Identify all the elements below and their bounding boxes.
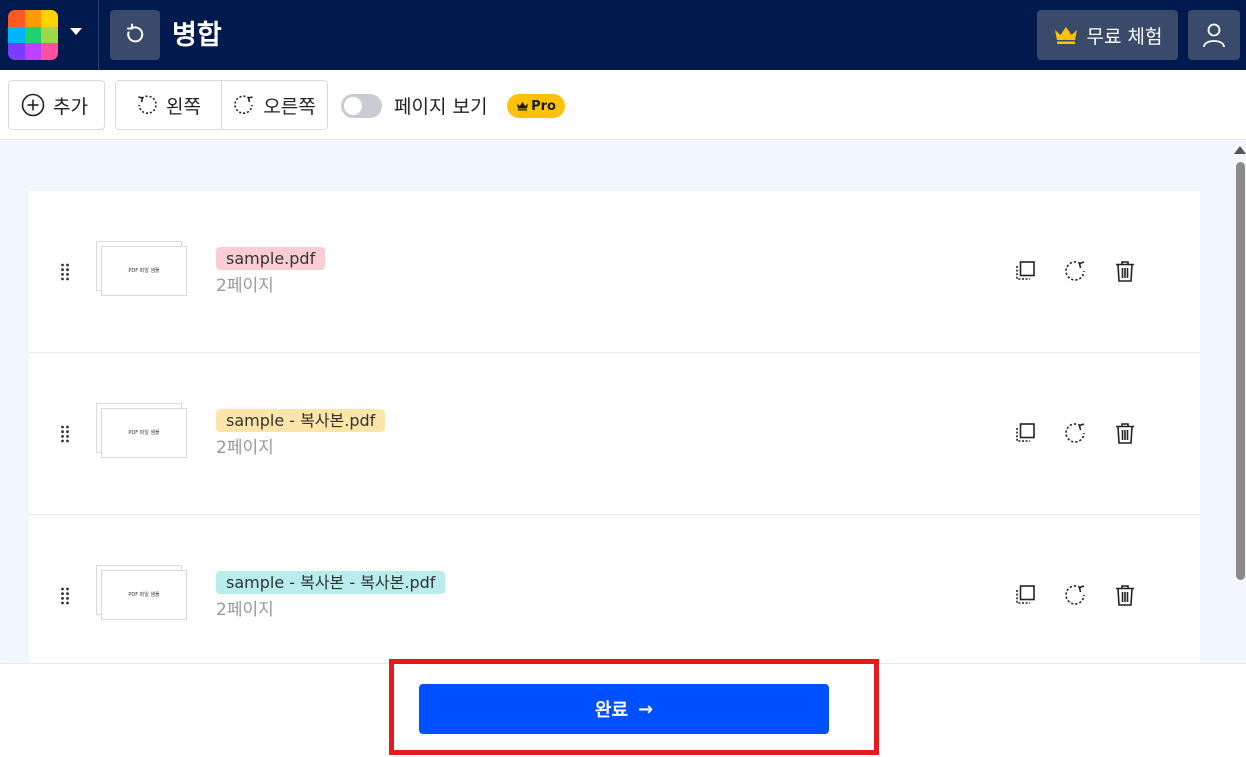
thumbnail-text: PDF 파일 샘플 — [128, 268, 160, 274]
scrollbar-up-arrow[interactable] — [1234, 146, 1246, 154]
rotate-left-icon — [138, 95, 157, 114]
arrow-right-icon: → — [638, 698, 654, 720]
back-button[interactable] — [110, 10, 160, 60]
drag-handle-icon[interactable] — [60, 587, 70, 605]
page-title: 병합 — [172, 20, 222, 51]
page-view-label: 페이지 보기 — [394, 96, 488, 118]
free-trial-label: 무료 체험 — [1086, 25, 1163, 48]
file-list: PDF 파일 샘플 sample.pdf 2페이지 PDF 파일 샘플 samp… — [29, 191, 1200, 663]
pro-badge: Pro — [507, 94, 565, 118]
file-thumbnail[interactable]: PDF 파일 샘플 — [101, 570, 187, 620]
file-row[interactable]: PDF 파일 샘플 sample - 복사본.pdf 2페이지 — [29, 353, 1200, 515]
app-logo-icon[interactable] — [8, 10, 58, 60]
app-header: 병합 무료 체험 — [0, 0, 1246, 70]
file-page-count: 2페이지 — [216, 600, 274, 620]
file-row[interactable]: PDF 파일 샘플 sample.pdf 2페이지 — [29, 191, 1200, 353]
rotate-icon[interactable] — [1063, 259, 1087, 283]
rotate-right-button[interactable]: 오른쪽 — [221, 81, 327, 129]
done-button[interactable]: 완료 → — [419, 684, 829, 734]
thumbnail-text: PDF 파일 샘플 — [128, 430, 160, 436]
duplicate-icon[interactable] — [1013, 583, 1037, 607]
header-divider — [98, 0, 99, 70]
rotate-icon[interactable] — [1063, 421, 1087, 445]
duplicate-icon[interactable] — [1013, 421, 1037, 445]
file-name-tag: sample - 복사본.pdf — [216, 409, 386, 432]
pro-label: Pro — [531, 98, 556, 114]
file-page-count: 2페이지 — [216, 438, 274, 458]
crown-icon — [517, 102, 529, 111]
user-account-button[interactable] — [1188, 10, 1240, 60]
duplicate-icon[interactable] — [1013, 259, 1037, 283]
file-name-tag: sample - 복사본 - 복사본.pdf — [216, 571, 446, 594]
page-view-toggle[interactable] — [341, 94, 382, 118]
rotate-right-icon — [234, 95, 254, 114]
file-name-tag: sample.pdf — [216, 247, 326, 270]
toolbar: 추가 왼쪽 오른쪽 페이지 보기 Pro — [0, 70, 1246, 140]
rotate-left-button[interactable]: 왼쪽 — [116, 81, 221, 129]
app-menu-chevron-down-icon[interactable] — [70, 28, 82, 35]
trash-icon[interactable] — [1113, 583, 1137, 607]
plus-circle-icon — [21, 93, 45, 117]
rotate-left-label: 왼쪽 — [166, 95, 201, 118]
free-trial-button[interactable]: 무료 체험 — [1037, 10, 1178, 60]
user-icon — [1203, 23, 1225, 48]
add-label: 추가 — [53, 95, 88, 118]
drag-handle-icon[interactable] — [60, 263, 70, 281]
rotate-icon[interactable] — [1063, 583, 1087, 607]
undo-icon — [127, 23, 144, 43]
file-row[interactable]: PDF 파일 샘플 sample - 복사본 - 복사본.pdf 2페이지 — [29, 515, 1200, 663]
scrollbar-thumb[interactable] — [1236, 162, 1245, 580]
file-thumbnail[interactable]: PDF 파일 샘플 — [101, 246, 187, 296]
thumbnail-text: PDF 파일 샘플 — [128, 592, 160, 598]
drag-handle-icon[interactable] — [60, 425, 70, 443]
rotate-button-group: 왼쪽 오른쪽 — [115, 80, 328, 130]
trash-icon[interactable] — [1113, 259, 1137, 283]
add-file-button[interactable]: 추가 — [8, 80, 105, 130]
file-page-count: 2페이지 — [216, 276, 274, 296]
crown-icon — [1054, 27, 1077, 44]
trash-icon[interactable] — [1113, 421, 1137, 445]
rotate-right-label: 오른쪽 — [263, 95, 316, 118]
file-thumbnail[interactable]: PDF 파일 샘플 — [101, 408, 187, 458]
done-label: 완료 — [594, 700, 629, 721]
